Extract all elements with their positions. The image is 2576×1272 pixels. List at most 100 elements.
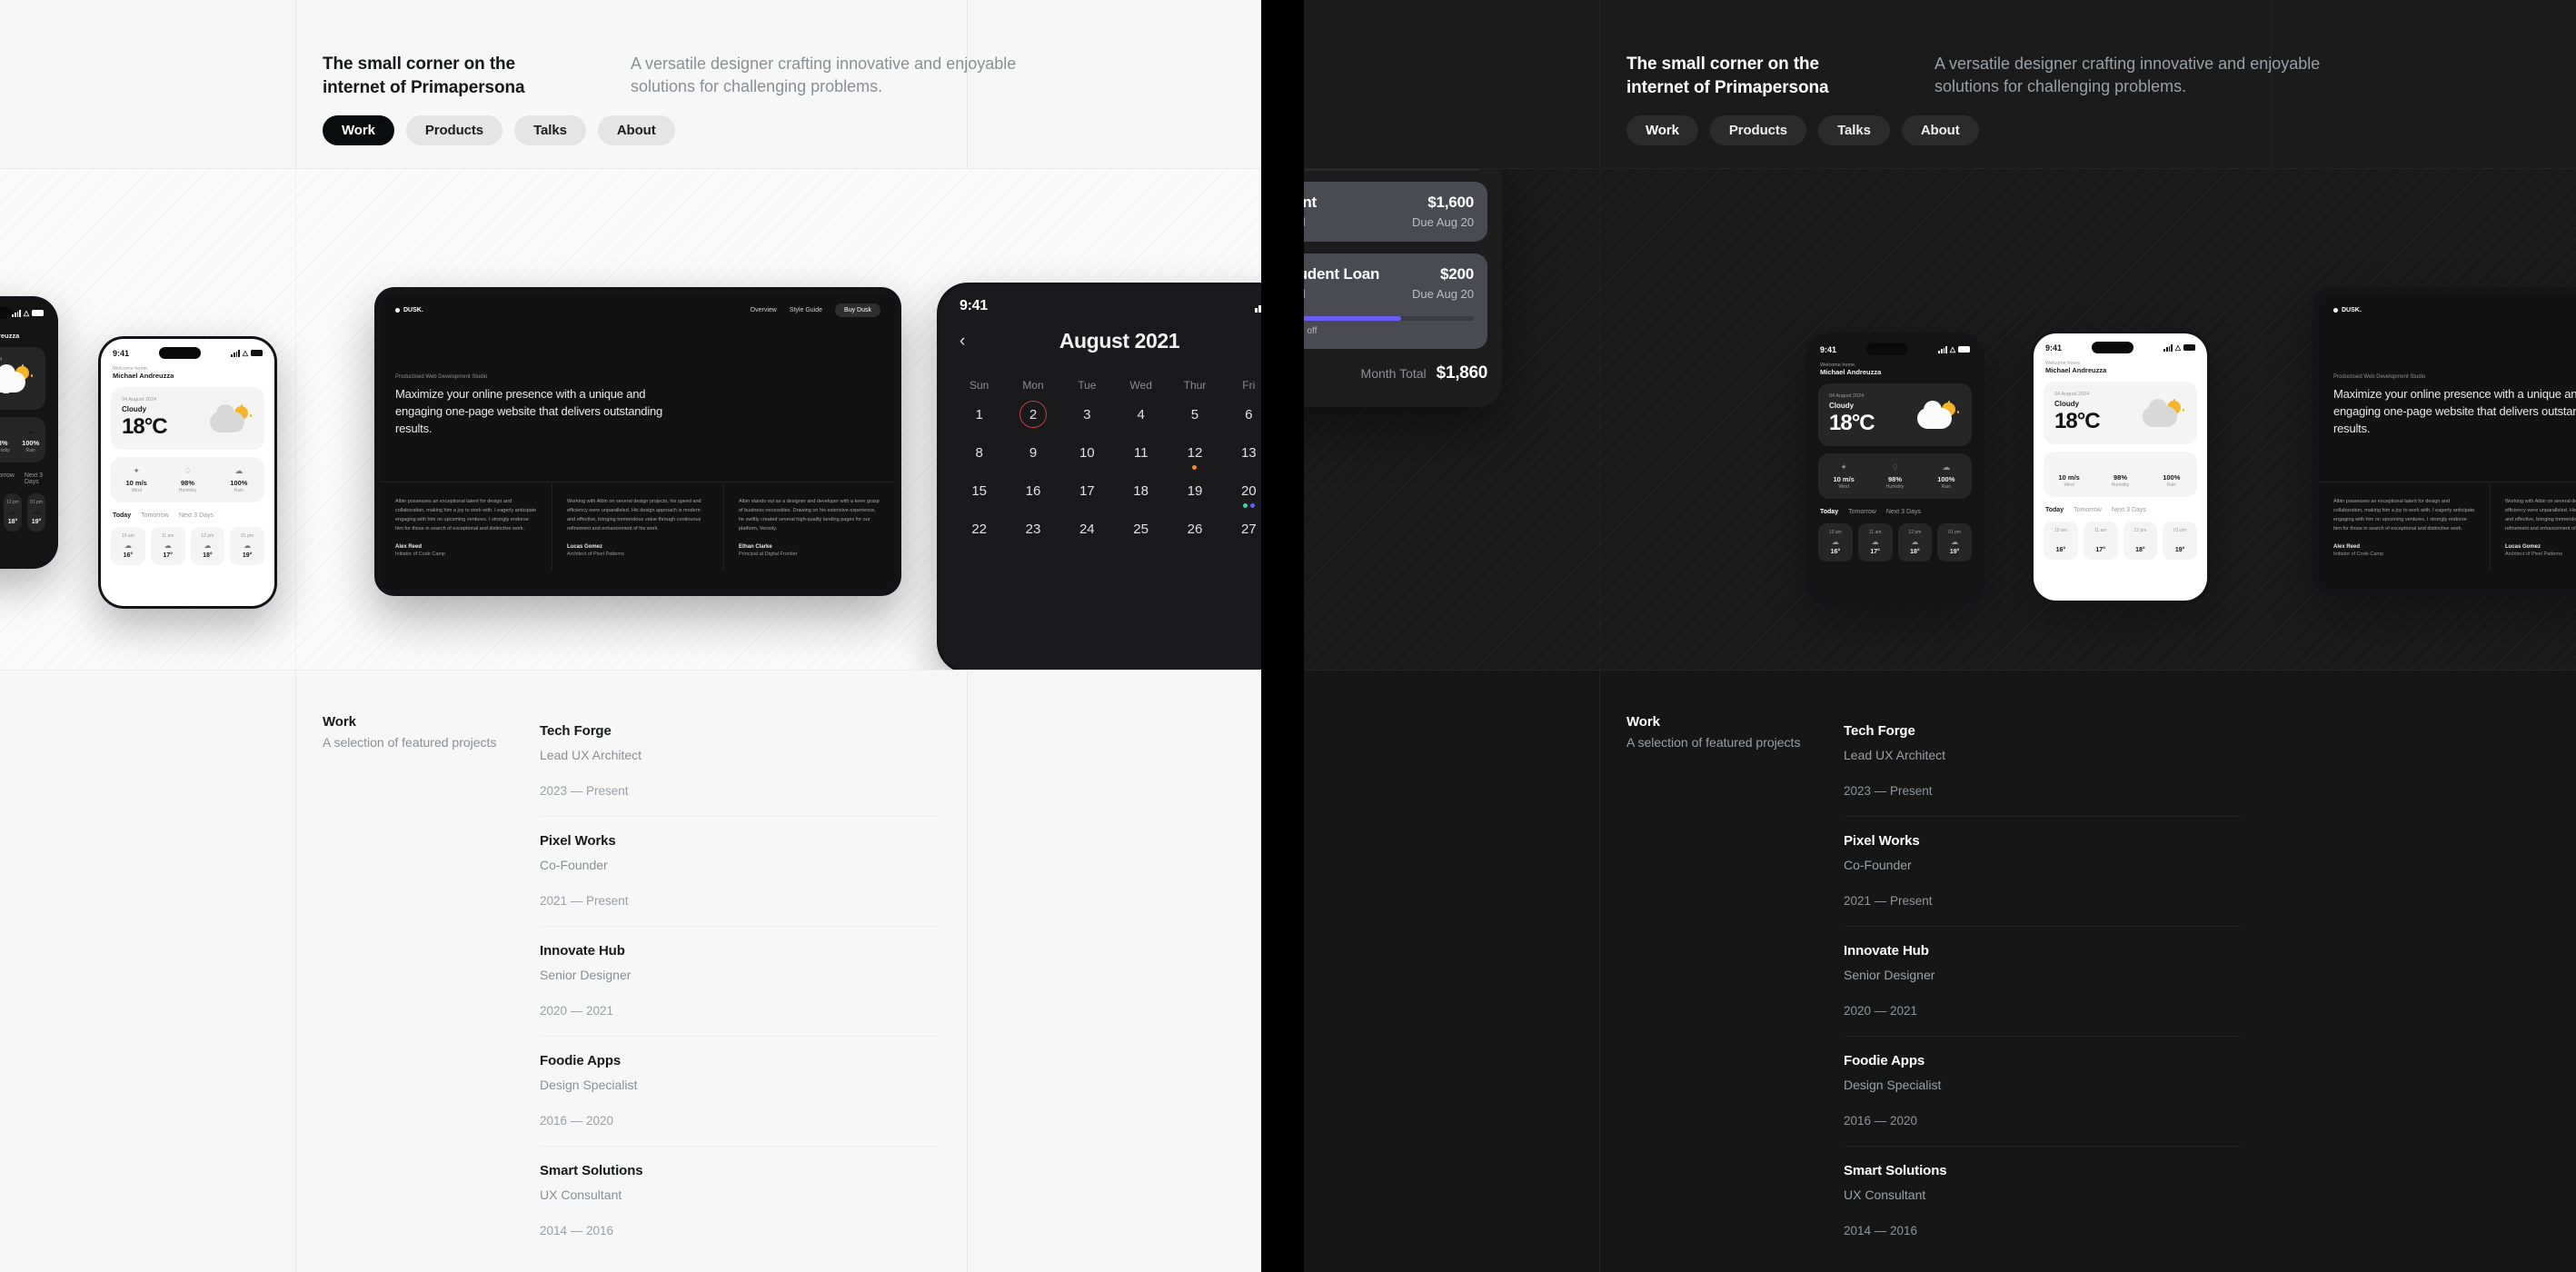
calendar-day[interactable]: 1 <box>952 395 1006 433</box>
nav-item-work[interactable]: Work <box>1626 115 1698 145</box>
calendar-day[interactable]: 25 <box>1114 510 1168 548</box>
rain-icon: ☁ <box>1951 538 1959 546</box>
nav-item-about[interactable]: About <box>597 115 675 145</box>
job-entry[interactable]: Tech Forge Lead UX Architect 2023 — Pres… <box>540 707 938 816</box>
weather-date: 04 August 2024 <box>1829 393 1865 399</box>
job-role: Design Specialist <box>540 1078 638 1092</box>
calendar-day[interactable]: 8 <box>952 433 1006 472</box>
payment-item-rent[interactable]: Rent $1,600 Manual Due Aug 20 <box>1304 182 1487 242</box>
user-name: Michael Andreuzza <box>0 332 20 340</box>
tab-tomorrow[interactable]: Tomorrow <box>0 472 15 485</box>
device-phone-cropped: 9:41 △ Welcome home, Michael Andreuzza <box>0 296 58 569</box>
dusk-nav-overview[interactable]: Overview <box>751 307 777 313</box>
job-entry[interactable]: Foodie Apps Design Specialist 2016 — 202… <box>540 1036 938 1146</box>
job-company: Smart Solutions <box>1844 1163 1947 1178</box>
dusk-nav-styleguide[interactable]: Style Guide <box>790 307 822 313</box>
nav-item-talks[interactable]: Talks <box>1818 115 1890 145</box>
tab-next3days[interactable]: Next 3 Days <box>2112 507 2146 513</box>
tab-next3days[interactable]: Next 3 Days <box>179 512 214 519</box>
calendar-day[interactable]: 10 <box>1060 433 1114 472</box>
calendar-day[interactable]: 12 <box>1168 433 1221 472</box>
tab-today[interactable]: Today <box>2045 507 2064 513</box>
calendar-day[interactable]: 11 <box>1114 433 1168 472</box>
testimonial: Working with Albin on several design pro… <box>2491 482 2576 571</box>
phone-screen: 9:41 △ Welcome home, Michael Andreuzza <box>0 299 55 566</box>
dusk-hero: Productised Web Development Studio Maxim… <box>2319 327 2576 438</box>
calendar-day[interactable]: 4 <box>1114 395 1168 433</box>
calendar-day[interactable]: 16 <box>1006 472 1059 510</box>
calendar-day[interactable]: 20 <box>1222 472 1261 510</box>
testimonial-name: Lucas Gomez <box>567 544 603 551</box>
calendar-day[interactable]: 22 <box>952 510 1006 548</box>
job-entry[interactable]: Foodie Apps Design Specialist 2016 — 202… <box>1844 1036 2242 1146</box>
job-entry[interactable]: Pixel Works Co-Founder 2021 — Present <box>1844 816 2242 926</box>
calendar-day[interactable]: 18 <box>1114 472 1168 510</box>
tab-next3days[interactable]: Next 3 Days <box>1886 509 1921 515</box>
hour-cell: 12 pm ☁ 18° <box>4 493 22 532</box>
total-value: $1,860 <box>1436 363 1488 383</box>
calendar-day[interactable]: 17 <box>1060 472 1114 510</box>
nav-item-work[interactable]: Work <box>323 115 394 145</box>
nav-item-products[interactable]: Products <box>405 115 503 145</box>
status-bar: 9:41 △ <box>1808 335 1982 359</box>
job-entry[interactable]: Pixel Works Co-Founder 2021 — Present <box>540 816 938 926</box>
status-time: 9:41 <box>960 298 988 313</box>
nav-item-talks[interactable]: Talks <box>514 115 586 145</box>
calendar-day[interactable]: 6 <box>1222 395 1261 433</box>
dusk-buy-button[interactable]: Buy Dusk <box>835 303 880 317</box>
payment-item-student-loan[interactable]: Student Loan $200 Manual Due Aug 20 65% … <box>1304 253 1487 349</box>
calendar-day[interactable]: 24 <box>1060 510 1114 548</box>
calendar-day-selected[interactable]: 2 <box>1006 395 1059 433</box>
calendar-day[interactable]: 3 <box>1060 395 1114 433</box>
job-entry[interactable]: Innovate Hub Senior Designer 2020 — 2021 <box>540 926 938 1036</box>
sparkle-icon <box>1947 401 1950 403</box>
battery-icon <box>2183 344 2195 351</box>
testimonial-text: Albin stands out as a designer and devel… <box>739 498 880 532</box>
humidity-icon: ♢ <box>1891 462 1899 472</box>
rain-icon: ☁ <box>204 542 212 550</box>
dusk-eyebrow: Productised Web Development Studio <box>2333 374 2426 380</box>
site-tagline: A versatile designer crafting innovative… <box>1934 55 2321 95</box>
work-heading-block: Work A selection of featured projects <box>1626 714 1800 750</box>
hour-cell: 12 pm ☁ 18° <box>190 527 225 565</box>
testimonial-name: Lucas Gomez <box>2505 544 2541 551</box>
sun-cloud-icon <box>210 404 252 432</box>
job-entry[interactable]: Smart Solutions UX Consultant 2014 — 201… <box>1844 1146 2242 1256</box>
tab-tomorrow[interactable]: Tomorrow <box>141 512 169 519</box>
calendar-day[interactable]: 27 <box>1222 510 1261 548</box>
tab-today[interactable]: Today <box>1820 509 1838 515</box>
showcase-divider-left <box>1599 169 1600 670</box>
stat-humidity: ♢ 98% Humidity <box>2094 461 2145 488</box>
job-entry[interactable]: Innovate Hub Senior Designer 2020 — 2021 <box>1844 926 2242 1036</box>
calendar-day[interactable]: 5 <box>1168 395 1221 433</box>
rain-icon: ☁ <box>26 426 35 435</box>
testimonial-text: Working with Albin on several design pro… <box>567 498 701 532</box>
tab-tomorrow[interactable]: Tomorrow <box>2074 507 2102 513</box>
payment-source: Manual <box>1304 287 1306 301</box>
payments-total: Month Total $1,860 <box>1304 363 1488 383</box>
status-indicators: △ <box>231 349 263 357</box>
calendar-day[interactable]: 9 <box>1006 433 1059 472</box>
calendar-day[interactable]: 23 <box>1006 510 1059 548</box>
stat-wind: ✦ 10 m/s Wind <box>2044 461 2094 488</box>
tab-next3days[interactable]: Next 3 Days <box>25 472 44 485</box>
tab-tomorrow[interactable]: Tomorrow <box>1848 509 1876 515</box>
hour-cell: 01 pm ☁ 19° <box>1937 523 1972 561</box>
calendar-day[interactable]: 15 <box>952 472 1006 510</box>
job-entry[interactable]: Smart Solutions UX Consultant 2014 — 201… <box>540 1146 938 1256</box>
dark-theme-pane: The small corner on the internet of Prim… <box>1304 0 2576 1272</box>
user-name: Michael Andreuzza <box>1820 368 1882 376</box>
hourly-forecast: 10 am ☁ 16° 11 am ☁ 17° 12 pm <box>2044 522 2197 560</box>
job-company: Foodie Apps <box>540 1053 622 1068</box>
nav-item-about[interactable]: About <box>1901 115 1979 145</box>
nav-item-products[interactable]: Products <box>1709 115 1807 145</box>
tab-today[interactable]: Today <box>113 512 131 519</box>
rain-icon: ☁ <box>33 508 40 516</box>
work-heading-block: Work A selection of featured projects <box>323 714 496 750</box>
calendar-day[interactable]: 13 <box>1222 433 1261 472</box>
calendar-day[interactable]: 26 <box>1168 510 1221 548</box>
job-entry[interactable]: Tech Forge Lead UX Architect 2023 — Pres… <box>1844 707 2242 816</box>
calendar-day[interactable]: 19 <box>1168 472 1221 510</box>
status-bar: 9:41 △ <box>2034 333 2207 357</box>
site-header-dark: The small corner on the internet of Prim… <box>1304 0 2576 169</box>
